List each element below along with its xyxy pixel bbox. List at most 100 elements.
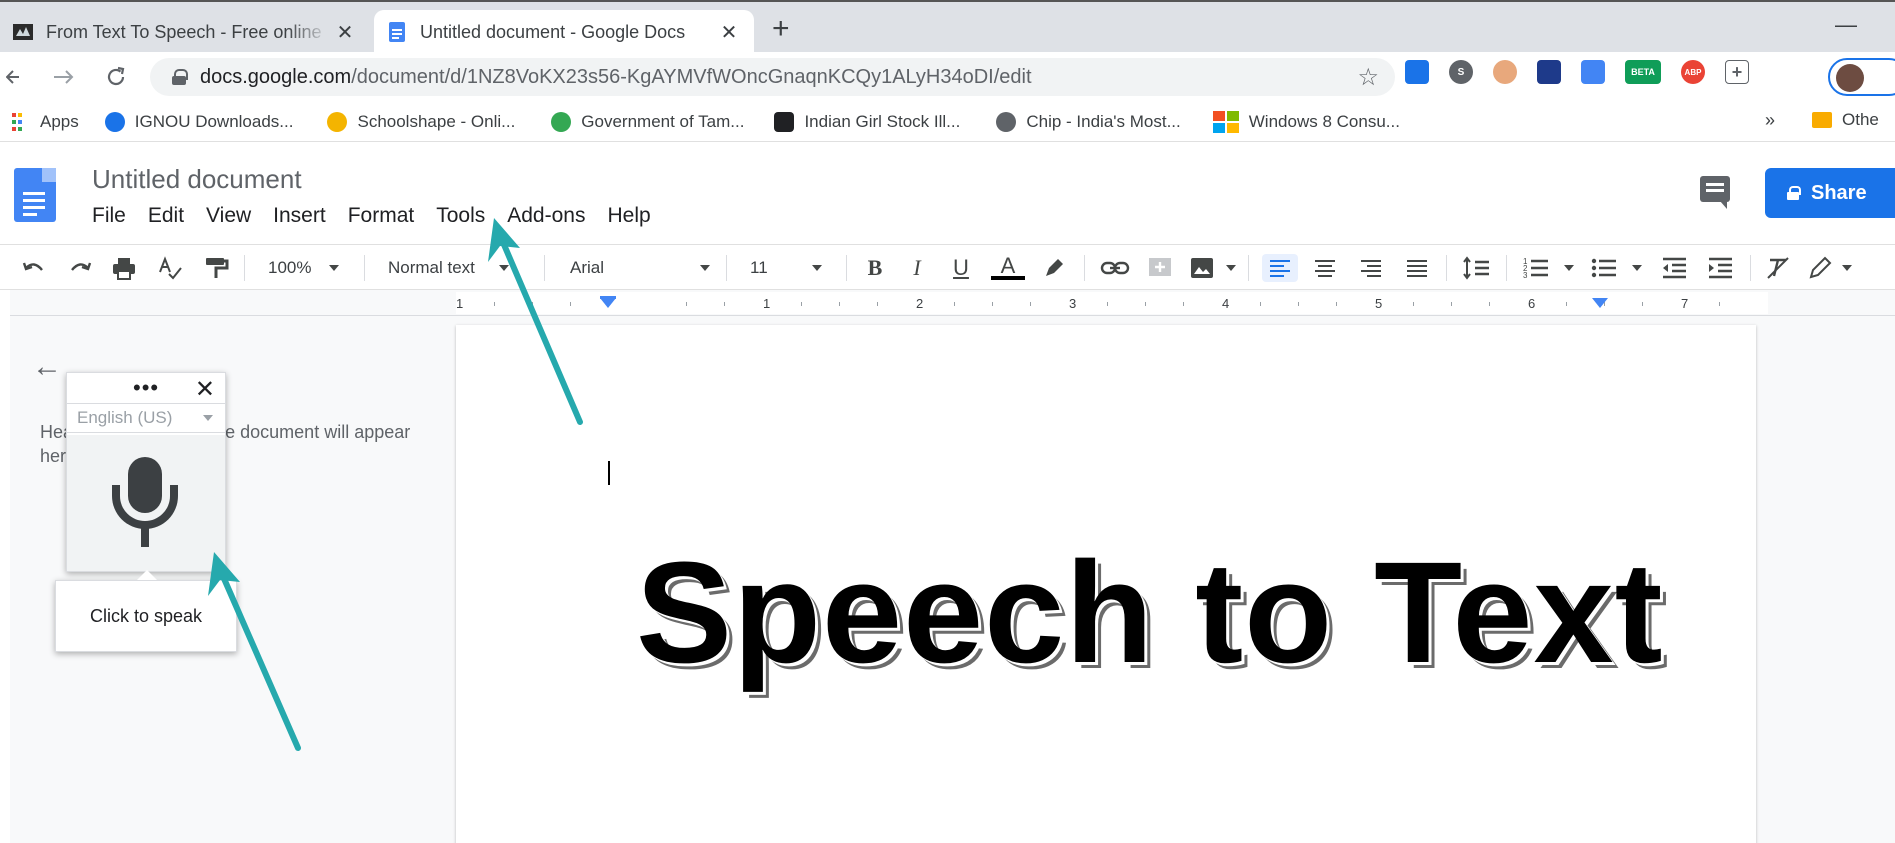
- bookmark-apps[interactable]: Apps: [12, 112, 79, 132]
- ruler-track[interactable]: 1 1 2 3 4 5 6 7: [456, 292, 1768, 314]
- underline-icon[interactable]: U: [948, 254, 974, 282]
- chevron-down-icon[interactable]: [1226, 265, 1236, 271]
- bookmark-government[interactable]: Government of Tam...: [551, 111, 744, 132]
- paint-format-icon[interactable]: [202, 254, 230, 282]
- ruler-number: 6: [1528, 296, 1536, 311]
- tab-close-icon[interactable]: ✕: [714, 20, 744, 45]
- redo-icon[interactable]: [66, 254, 94, 282]
- apps-grid-icon: [12, 112, 22, 131]
- plus-box-icon[interactable]: +: [1725, 60, 1749, 84]
- align-justify-icon[interactable]: [1402, 254, 1432, 282]
- increase-indent-icon[interactable]: [1706, 254, 1734, 282]
- font-dropdown[interactable]: Arial: [570, 254, 711, 282]
- share-button[interactable]: Share: [1765, 168, 1895, 218]
- bookmark-label: Schoolshape - Onli...: [357, 111, 516, 131]
- reload-icon[interactable]: [104, 65, 128, 89]
- bookmark-label: Chip - India's Most...: [1026, 111, 1181, 131]
- tab-title: Untitled document - Google Docs: [420, 21, 686, 42]
- print-icon[interactable]: [110, 254, 138, 282]
- left-indent-marker[interactable]: [600, 298, 616, 308]
- tab-text-to-speech[interactable]: From Text To Speech - Free online ✕: [0, 10, 370, 54]
- bookmark-schoolshape[interactable]: Schoolshape - Onli...: [327, 111, 516, 132]
- bookmark-chip[interactable]: Chip - India's Most...: [996, 111, 1181, 132]
- docs-header: Untitled document File Edit View Insert …: [0, 142, 1895, 238]
- new-tab-button[interactable]: +: [772, 14, 790, 44]
- zoom-dropdown[interactable]: 100%: [268, 254, 350, 282]
- translate-icon[interactable]: [1581, 60, 1605, 84]
- google-docs-logo-icon[interactable]: [14, 168, 56, 222]
- chevron-down-icon[interactable]: [1842, 265, 1852, 271]
- ruler-number: 1: [456, 296, 464, 311]
- document-title[interactable]: Untitled document: [92, 164, 302, 195]
- editing-mode-pencil-icon[interactable]: [1806, 254, 1834, 282]
- bookmarks-overflow-button[interactable]: »: [1765, 110, 1775, 131]
- profile-button[interactable]: [1828, 58, 1895, 96]
- spellcheck-icon[interactable]: [156, 254, 184, 282]
- highlight-pen-icon[interactable]: [1040, 254, 1068, 282]
- italic-icon[interactable]: I: [904, 254, 930, 282]
- lock-icon: [1787, 186, 1801, 200]
- minimize-window-button[interactable]: —: [1835, 12, 1857, 38]
- numbered-list-icon[interactable]: 123: [1522, 254, 1550, 282]
- close-outline-arrow-icon[interactable]: ←: [32, 350, 62, 384]
- chevron-down-icon[interactable]: [1632, 265, 1642, 271]
- document-body-text[interactable]: Speech to Text: [636, 530, 1664, 696]
- zoom-value: 100%: [268, 258, 312, 277]
- right-indent-marker[interactable]: [1592, 298, 1608, 308]
- menu-tools[interactable]: Tools: [436, 204, 485, 228]
- chevron-down-icon[interactable]: [1564, 265, 1574, 271]
- undo-icon[interactable]: [20, 254, 48, 282]
- bookmark-ignou[interactable]: IGNOU Downloads...: [104, 111, 293, 132]
- chevron-down-icon: [700, 265, 711, 271]
- align-left-icon[interactable]: [1262, 254, 1298, 282]
- tab-google-docs[interactable]: Untitled document - Google Docs ✕: [374, 10, 754, 54]
- globe-extension-icon[interactable]: [1537, 60, 1561, 84]
- more-options-icon[interactable]: •••: [133, 375, 159, 401]
- google-docs-favicon-icon: [389, 22, 405, 42]
- secure-lock-icon[interactable]: [172, 69, 188, 85]
- bookmark-label: Apps: [40, 111, 79, 131]
- menu-add-ons[interactable]: Add-ons: [507, 204, 585, 228]
- line-spacing-icon[interactable]: [1462, 254, 1492, 282]
- url-host: docs.google.com: [200, 65, 352, 88]
- menu-file[interactable]: File: [92, 204, 126, 228]
- font-size-dropdown[interactable]: 11: [750, 254, 830, 282]
- skype-icon[interactable]: S: [1449, 60, 1473, 84]
- decrease-indent-icon[interactable]: [1660, 254, 1688, 282]
- align-right-icon[interactable]: [1356, 254, 1386, 282]
- address-bar[interactable]: docs.google.com/document/d/1NZ8VoKX23s56…: [150, 58, 1395, 96]
- menu-help[interactable]: Help: [607, 204, 650, 228]
- tooltip-pointer: [137, 570, 157, 580]
- beta-extension-icon[interactable]: BETA: [1625, 60, 1661, 84]
- bookmark-windows[interactable]: Windows 8 Consu...: [1212, 110, 1400, 133]
- microphone-button[interactable]: [67, 435, 225, 571]
- person-extension-icon[interactable]: [1493, 60, 1517, 84]
- insert-link-icon[interactable]: [1100, 254, 1130, 282]
- bookmark-star-icon[interactable]: ☆: [1357, 63, 1379, 92]
- language-select[interactable]: English (US): [67, 403, 225, 433]
- comments-icon[interactable]: [1700, 176, 1730, 209]
- adblock-icon[interactable]: ABP: [1681, 60, 1705, 84]
- clear-formatting-icon[interactable]: [1764, 254, 1792, 282]
- close-icon[interactable]: ✕: [195, 375, 215, 404]
- paragraph-style-dropdown[interactable]: Normal text: [388, 254, 528, 282]
- chevron-down-icon: [811, 265, 822, 271]
- insert-image-icon[interactable]: [1188, 254, 1216, 282]
- menu-view[interactable]: View: [206, 204, 251, 228]
- menu-format[interactable]: Format: [348, 204, 415, 228]
- back-icon[interactable]: [6, 66, 20, 88]
- text-color-icon[interactable]: A: [990, 254, 1026, 282]
- menu-edit[interactable]: Edit: [148, 204, 184, 228]
- extension-blue-icon[interactable]: [1405, 60, 1429, 84]
- tab-close-icon[interactable]: ✕: [330, 20, 360, 45]
- menu-insert[interactable]: Insert: [273, 204, 326, 228]
- bulleted-list-icon[interactable]: [1590, 254, 1618, 282]
- insert-comment-icon[interactable]: [1146, 254, 1174, 282]
- forward-icon[interactable]: [52, 66, 74, 88]
- bold-icon[interactable]: B: [862, 254, 888, 282]
- align-center-icon[interactable]: [1310, 254, 1340, 282]
- click-to-speak-tooltip: Click to speak: [55, 580, 237, 652]
- tts-favicon-icon: [13, 24, 33, 40]
- bookmark-stock-image[interactable]: Indian Girl Stock Ill...: [774, 111, 960, 132]
- other-bookmarks[interactable]: Othe: [1812, 110, 1879, 130]
